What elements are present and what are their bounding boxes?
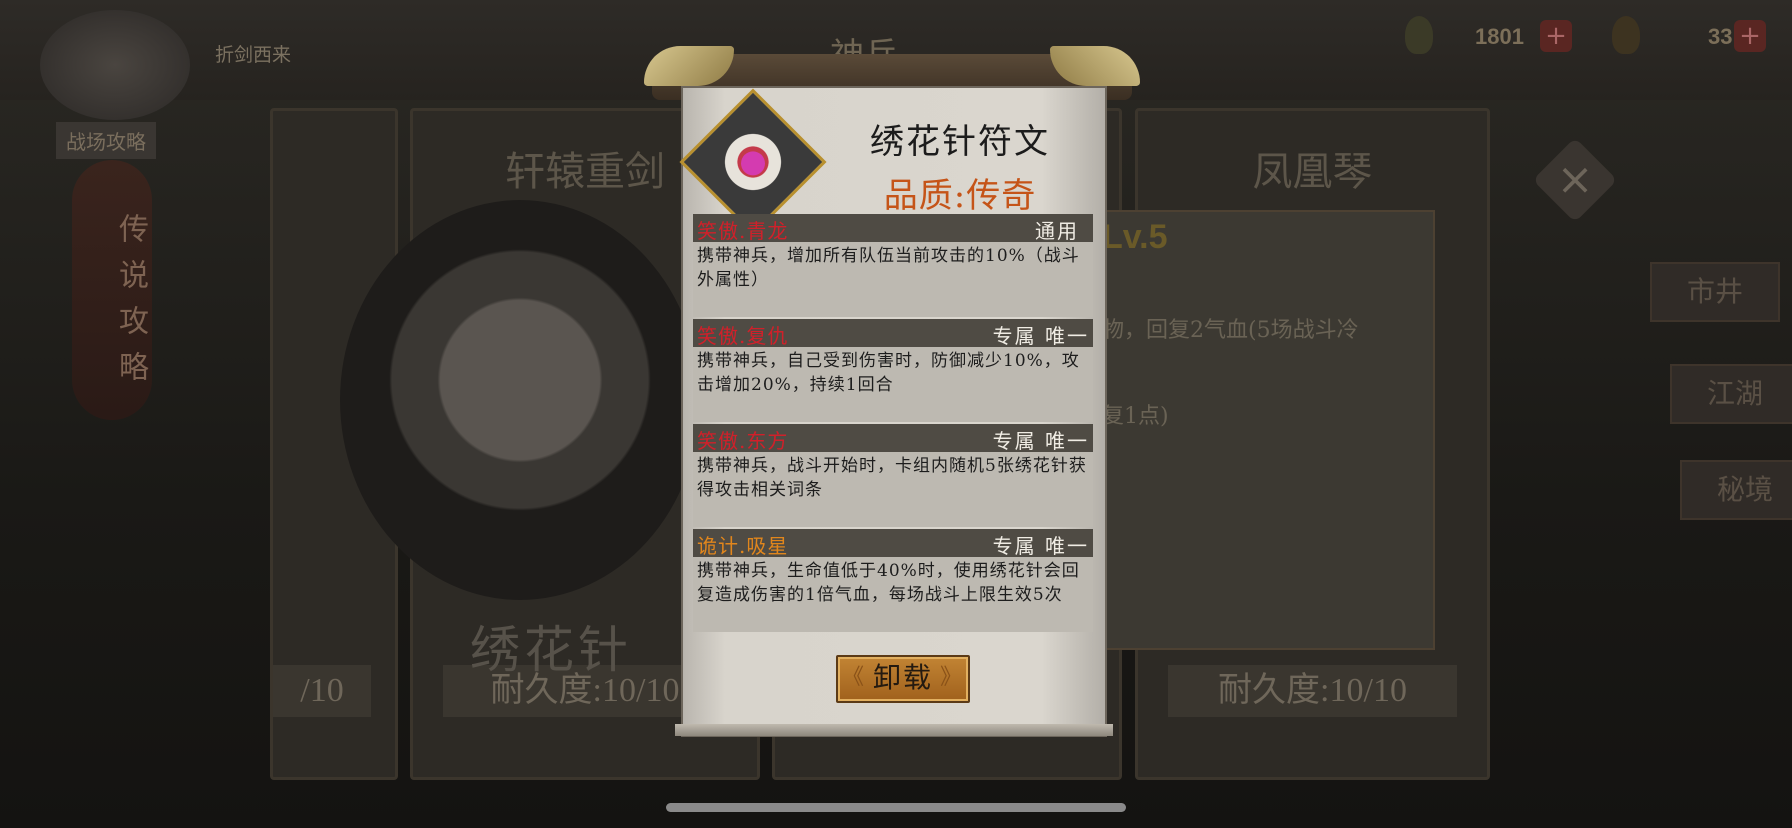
rune-item-name: 绣花针符文 [870, 122, 1050, 162]
rune-entry: 诡计.吸星 专属 唯一 携带神兵，生命值低于40%时，使用绣花针会回复造成伤害的… [693, 529, 1093, 632]
rune-entry-title: 笑傲.复仇 [697, 324, 789, 348]
weapon-effect-line: 物，回复2气血(5场战斗冷 [1102, 318, 1359, 343]
rune-quality: 品质:传奇 [883, 176, 1037, 216]
rune-entry-description: 携带神兵，自己受到伤害时，防御减少10%，攻击增加20%，持续1回合 [697, 351, 1080, 395]
rune-entry-description: 携带神兵，战斗开始时，卡组内随机5张绣花针获得攻击相关词条 [697, 456, 1087, 500]
weapon-detail-panel: Lv.5 物，回复2气血(5场战斗冷 复1点) [1090, 210, 1435, 650]
rune-entry-header: 笑傲.青龙 通用 [693, 214, 1093, 243]
add-currency-1-icon[interactable]: + [1540, 20, 1572, 52]
rune-entry-header: 笑傲.东方 专属 唯一 [693, 424, 1093, 453]
rune-entry: 笑傲.青龙 通用 携带神兵，增加所有队伍当前攻击的10%（战斗外属性） [693, 214, 1093, 317]
weapon-effect-line: 复1点) [1102, 404, 1169, 429]
add-currency-2-icon[interactable]: + [1734, 20, 1766, 52]
market-button[interactable]: 市井 [1650, 262, 1780, 322]
gold-currency-icon [1612, 16, 1640, 54]
rune-entry-title: 笑傲.东方 [697, 429, 789, 453]
scroll-rod-bottom [675, 724, 1113, 736]
selected-weapon-name: 绣花针 [470, 621, 632, 679]
rune-entry: 笑傲.复仇 专属 唯一 携带神兵，自己受到伤害时，防御减少10%，攻击增加20%… [693, 319, 1093, 422]
weapon-card-name: 凤凰琴 [1252, 149, 1373, 195]
rune-entry-tag: 专属 唯一 [992, 429, 1089, 453]
currency-1-amount: 1801 [1475, 24, 1524, 49]
weapon-card-durability: 耐久度:10/10 [1168, 665, 1457, 717]
jade-currency-icon [1405, 16, 1433, 54]
rune-entry-title: 笑傲.青龙 [697, 219, 789, 243]
weapon-card-durability: /10 [273, 665, 371, 717]
rune-entry-header: 笑傲.复仇 专属 唯一 [693, 319, 1093, 348]
close-icon[interactable]: × [1532, 137, 1618, 223]
strategy-label[interactable]: 战场攻略 [56, 122, 156, 159]
secret-realm-button[interactable]: 秘境 [1680, 460, 1792, 520]
home-indicator[interactable] [666, 803, 1126, 812]
rune-gem-icon [741, 151, 765, 176]
unload-button[interactable]: 卸载 [836, 655, 970, 703]
player-avatar[interactable] [40, 10, 190, 120]
rune-entry-header: 诡计.吸星 专属 唯一 [693, 529, 1093, 558]
stage-name: 折剑西来 [215, 44, 292, 66]
weapon-level: Lv.5 [1102, 218, 1168, 256]
rune-entry: 笑傲.东方 专属 唯一 携带神兵，战斗开始时，卡组内随机5张绣花针获得攻击相关词… [693, 424, 1093, 527]
currency-2-amount: 33 [1708, 24, 1733, 49]
rune-entry-description: 携带神兵，生命值低于40%时，使用绣花针会回复造成伤害的1倍气血，每场战斗上限生… [697, 561, 1080, 605]
rune-entry-tag: 专属 唯一 [992, 534, 1089, 558]
rune-entry-tag: 通用 [1035, 219, 1079, 243]
rune-entry-tag: 专属 唯一 [992, 324, 1089, 348]
rune-entry-description: 携带神兵，增加所有队伍当前攻击的10%（战斗外属性） [697, 246, 1080, 290]
jianghu-button[interactable]: 江湖 [1670, 364, 1792, 424]
strategy-ornament[interactable]: 传说攻略 [72, 160, 152, 420]
crane-needle-emblem [340, 200, 700, 600]
rune-entry-title: 诡计.吸星 [697, 534, 789, 558]
